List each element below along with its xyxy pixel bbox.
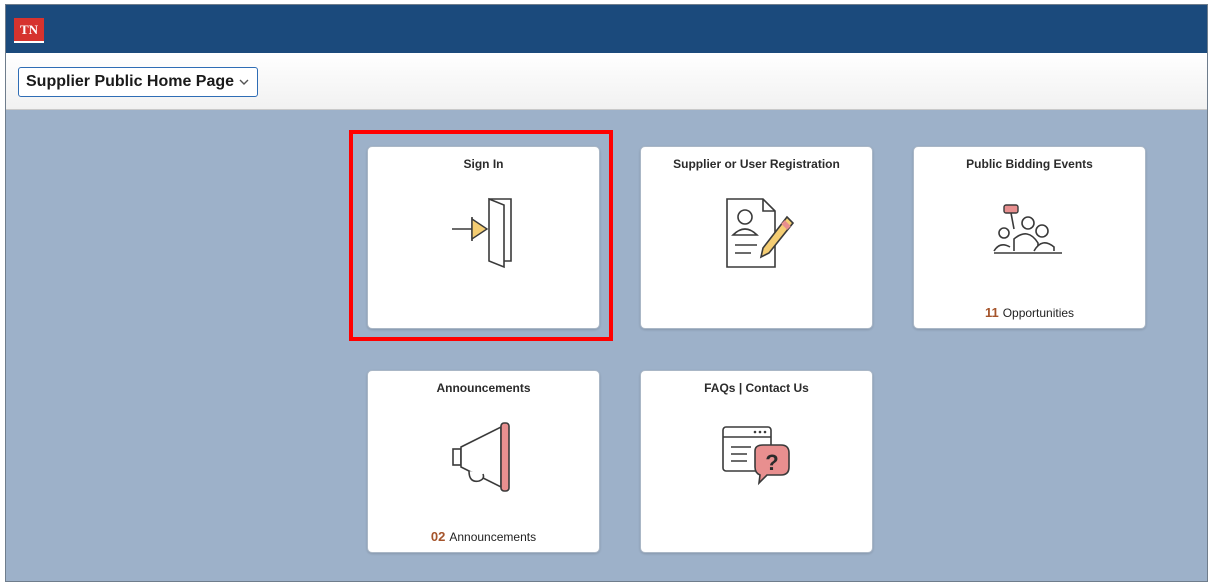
tile-title: Public Bidding Events — [966, 157, 1093, 171]
svg-text:?: ? — [765, 450, 778, 475]
registration-form-icon — [725, 198, 794, 268]
megaphone-icon — [451, 422, 510, 492]
count-label: Announcements — [449, 530, 537, 544]
bidding-auction-icon — [992, 204, 1062, 254]
faq-help-icon: ? — [721, 426, 790, 486]
tile-count: 02 Announcements — [368, 529, 599, 544]
count-value: 11 — [984, 305, 999, 320]
homepage-selector[interactable]: Supplier Public Home Page — [18, 67, 259, 97]
sign-in-door-icon — [451, 197, 512, 269]
tile-sign-in[interactable]: Sign In — [367, 146, 600, 329]
tile-public-bidding-events[interactable]: Public Bidding Events 11 Opportunities — [913, 146, 1146, 329]
tile-faqs-contact-us[interactable]: FAQs | Contact Us ? — [640, 370, 873, 553]
tile-title: Announcements — [436, 381, 531, 395]
top-banner: TN — [6, 5, 1207, 53]
chevron-down-icon — [239, 79, 249, 85]
tile-title: Supplier or User Registration — [673, 157, 840, 171]
tile-title: FAQs | Contact Us — [704, 381, 809, 395]
homepage-bar: Supplier Public Home Page — [6, 53, 1207, 110]
tile-count: 11 Opportunities — [914, 305, 1145, 320]
tile-announcements[interactable]: Announcements 02 Announcements — [367, 370, 600, 553]
homepage-selector-label: Supplier Public Home Page — [26, 73, 235, 90]
tile-supplier-registration[interactable]: Supplier or User Registration — [640, 146, 873, 329]
browser-frame: TN Supplier Public Home Page Sign In Sup… — [5, 4, 1208, 582]
tn-logo[interactable]: TN — [14, 18, 44, 43]
tile-title: Sign In — [463, 157, 504, 171]
count-value: 02 — [430, 529, 446, 544]
count-label: Opportunities — [1002, 306, 1075, 320]
